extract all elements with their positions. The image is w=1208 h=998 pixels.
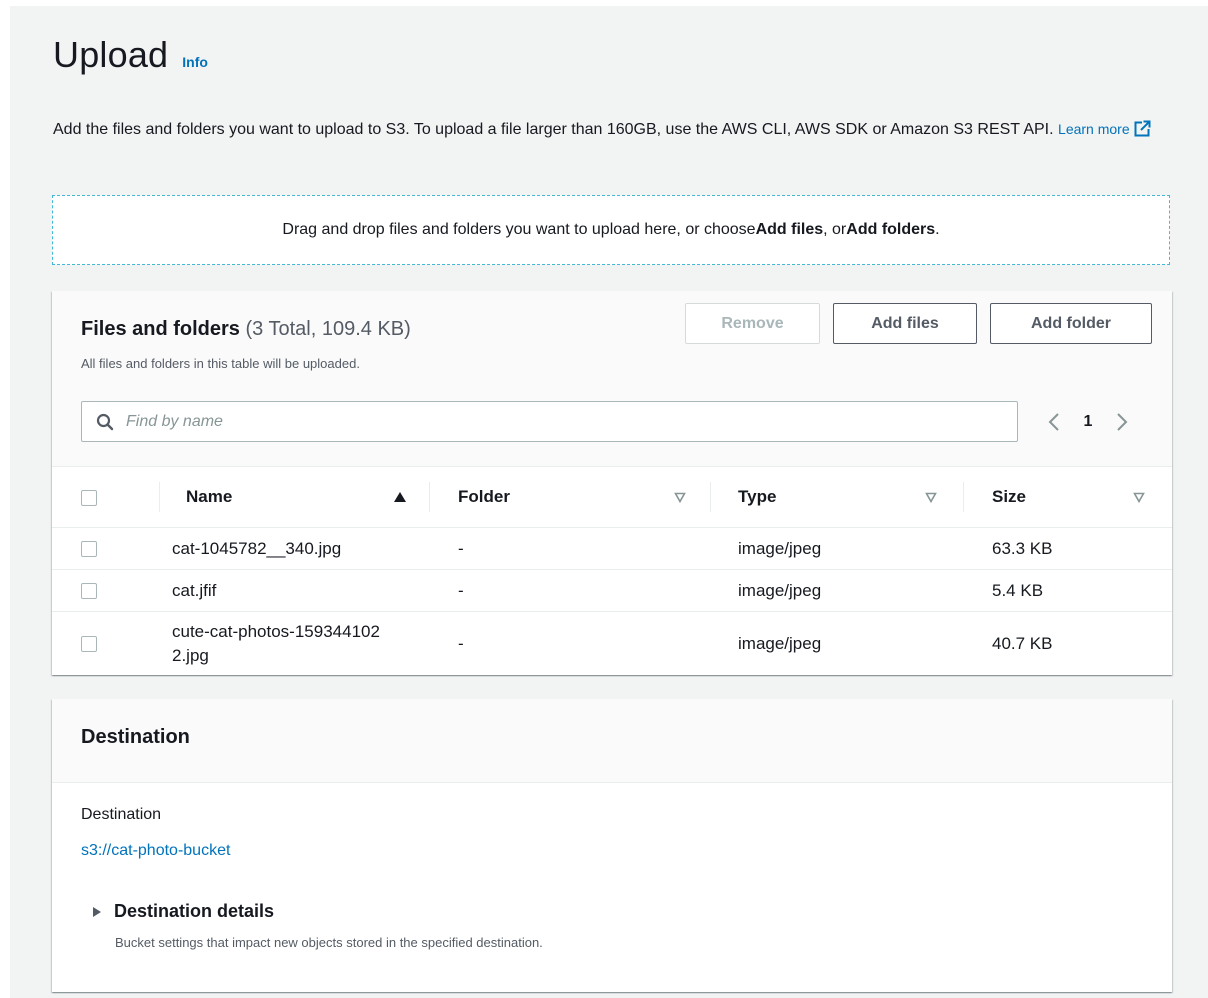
row-checkbox[interactable] [81,541,97,558]
sort-ascending-icon [394,492,406,502]
destination-panel: Destination Destination s3://cat-photo-b… [52,699,1172,992]
dropzone-text-before: Drag and drop files and folders you want… [282,221,756,238]
file-size: 40.7 KB [992,633,1053,653]
file-folder: - [429,569,710,612]
previous-page-button[interactable] [1042,410,1066,434]
add-files-button[interactable]: Add files [833,303,977,344]
column-divider [963,482,964,512]
type-column-header[interactable]: Type [710,467,963,528]
file-type: image/jpeg [710,527,963,570]
files-table: Name Folder Type Size cat-1045782__340.j… [52,467,1172,675]
chevron-left-icon [1048,413,1059,431]
file-name: cute-cat-photos-1593441022.jpg [159,612,429,676]
row-select-cell [52,569,159,612]
external-link-icon [1134,120,1151,137]
destination-bucket-link[interactable]: s3://cat-photo-bucket [81,842,230,860]
folder-column-label: Folder [458,487,510,506]
table-row[interactable]: cute-cat-photos-1593441022.jpg - image/j… [52,612,1172,676]
file-size: 5.4 KB [963,569,1172,612]
select-all-cell [52,467,159,528]
table-row[interactable]: cat-1045782__340.jpg - image/jpeg 63.3 K… [52,527,1172,570]
file-size: 63.3 KB [963,527,1172,570]
dropzone-text-middle: , or [823,221,847,238]
dropzone-text-after: . [935,221,940,238]
row-checkbox[interactable] [81,636,97,653]
file-folder: - [458,633,464,653]
column-divider [159,482,160,512]
table-row[interactable]: cat.jfif - image/jpeg 5.4 KB [52,569,1172,612]
size-column-header[interactable]: Size [963,467,1172,528]
search-box [81,401,1018,442]
sort-icon [674,492,686,503]
learn-more-link[interactable]: Learn more [1058,120,1151,137]
drop-zone[interactable]: Drag and drop files and folders you want… [52,195,1170,265]
page-header: Upload Info [53,34,208,76]
size-column-label: Size [992,487,1027,506]
remove-button[interactable]: Remove [685,303,820,344]
destination-details-toggle[interactable]: Destination details [92,901,274,922]
destination-details-title: Destination details [114,901,275,921]
destination-label: Destination [81,806,162,823]
search-input[interactable] [124,411,978,432]
chevron-right-icon [1117,413,1128,431]
upload-page: Upload Info Add the files and folders yo… [10,6,1208,998]
file-name: cat-1045782__340.jpg [159,527,429,570]
file-type: image/jpeg [738,633,822,653]
folder-column-header[interactable]: Folder [429,467,710,528]
pagination: 1 [1042,405,1134,439]
sort-icon [1133,492,1145,503]
file-name-text: cute-cat-photos-1593441022.jpg [172,621,380,665]
files-panel-title: Files and folders (3 Total, 109.4 KB) [81,318,411,341]
files-panel-header: Files and folders (3 Total, 109.4 KB) Al… [52,291,1172,467]
page-description: Add the files and folders you want to up… [53,116,1173,143]
info-link[interactable]: Info [182,54,208,70]
row-checkbox[interactable] [81,583,97,600]
page-title: Upload [53,34,169,75]
name-column-label: Name [186,487,233,506]
next-page-button[interactable] [1110,410,1134,434]
files-count: (3 Total, 109.4 KB) [245,318,411,340]
select-all-checkbox[interactable] [81,489,97,506]
destination-panel-header: Destination [52,699,1172,783]
destination-details-description: Bucket settings that impact new objects … [115,935,543,950]
add-folder-button[interactable]: Add folder [990,303,1152,344]
row-select-cell [52,612,159,676]
page-number[interactable]: 1 [1066,413,1110,431]
caret-right-icon [93,906,101,917]
files-panel-subtitle: All files and folders in this table will… [81,356,360,371]
search-icon [96,413,114,430]
row-select-cell [52,527,159,570]
file-folder: - [429,527,710,570]
file-type: image/jpeg [710,569,963,612]
file-name: cat.jfif [159,569,429,612]
sort-icon [925,492,937,503]
type-column-label: Type [738,487,777,506]
table-header-row: Name Folder Type Size [52,467,1172,528]
dropzone-add-folders: Add folders [846,221,936,238]
files-and-folders-panel: Files and folders (3 Total, 109.4 KB) Al… [52,291,1172,675]
column-divider [710,482,711,512]
files-title-text: Files and folders [81,318,240,340]
column-divider [429,482,430,512]
learn-more-label: Learn more [1058,121,1130,137]
destination-panel-title: Destination [81,726,190,748]
name-column-header[interactable]: Name [159,467,429,528]
description-text: Add the files and folders you want to up… [53,121,1054,138]
dropzone-add-files: Add files [755,221,824,238]
